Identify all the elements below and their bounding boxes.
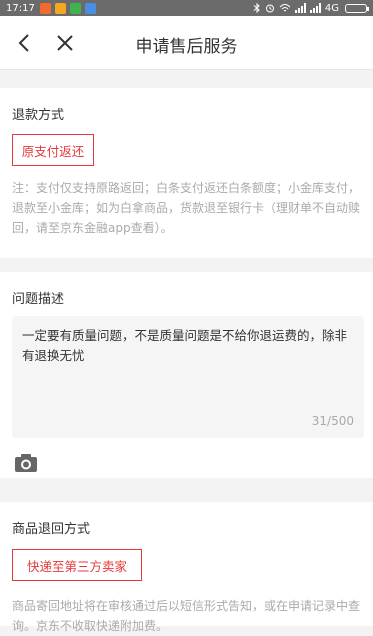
page-title: 申请售后服务	[135, 37, 238, 57]
problem-textarea[interactable]: 一定要有质量问题，不是质量问题是不给你退运费的，除非有退换无忧 31/500	[12, 316, 364, 438]
refund-method-button[interactable]: 原支付返还	[12, 134, 94, 166]
refund-note: 注：支付仅支持原路返回；白条支付返还白条额度；小金库支付，退款至小金库；如为白拿…	[12, 181, 361, 235]
wifi-icon	[279, 4, 291, 12]
refund-section: 退款方式 原支付返还 注：支付仅支持原路返回；白条支付返还白条额度；小金库支付，…	[0, 88, 373, 258]
problem-text: 一定要有质量问题，不是质量问题是不给你退运费的，除非有退换无忧	[22, 328, 348, 363]
return-method-section: 商品退回方式 快递至第三方卖家 商品寄回地址将在审核通过后以短信形式告知，或在申…	[0, 502, 373, 633]
return-method-label: 商品退回方式	[12, 522, 91, 537]
bluetooth-icon	[253, 3, 260, 13]
camera-icon[interactable]	[14, 453, 38, 473]
signal-icon	[309, 3, 321, 13]
battery-icon	[345, 3, 369, 13]
notification-icon	[54, 2, 66, 14]
refund-label: 退款方式	[12, 108, 65, 123]
char-count: 31/500	[311, 414, 354, 428]
notification-icon	[84, 2, 96, 14]
problem-section: 问题描述 一定要有质量问题，不是质量问题是不给你退运费的，除非有退换无忧 31/…	[0, 272, 373, 478]
signal-icon	[294, 3, 306, 13]
return-method-button[interactable]: 快递至第三方卖家	[12, 549, 142, 581]
status-bar: 17:17 4G	[0, 0, 373, 16]
network-type: 4G	[324, 2, 339, 14]
notification-icon	[69, 2, 81, 14]
return-method-note: 商品寄回地址将在审核通过后以短信形式告知，或在申请记录中查询。京东不收取快递附加…	[12, 599, 361, 633]
alarm-icon	[265, 4, 274, 13]
problem-label: 问题描述	[12, 292, 65, 307]
status-time: 17:17	[6, 2, 35, 14]
nav-bar: 申请售后服务	[0, 16, 373, 70]
notification-icon	[39, 2, 51, 14]
